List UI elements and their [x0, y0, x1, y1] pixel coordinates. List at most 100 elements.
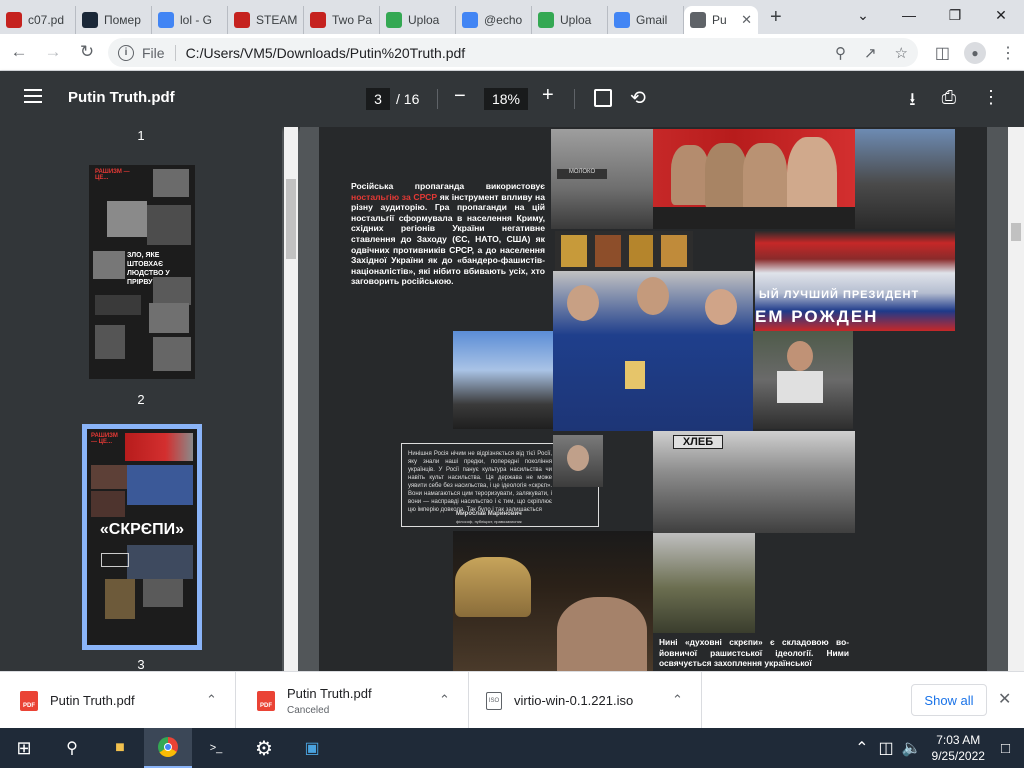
download-status: Canceled [287, 704, 330, 716]
tab-title: Pu [712, 13, 727, 27]
zoom-in-button[interactable]: + [542, 84, 554, 107]
mitre-crown [455, 557, 531, 617]
page-number-input[interactable]: 3 [366, 88, 390, 110]
sidebar-scroll-thumb[interactable] [286, 179, 296, 259]
share-icon[interactable]: ↗ [864, 44, 877, 62]
address-url[interactable]: C:/Users/VM5/Downloads/Putin%20Truth.pdf [186, 45, 466, 61]
cosmonaut-face [567, 285, 599, 321]
clock[interactable]: 7:03 AM 9/25/2022 [932, 732, 985, 764]
minimize-icon[interactable]: ⌄ [840, 0, 886, 30]
browser-tab[interactable]: Помер [76, 6, 152, 34]
quote-role: філософ, публіцист, правозахисник [456, 519, 522, 524]
side-panel-icon[interactable]: ◫ [935, 43, 950, 63]
download-icon[interactable]: ⭳ [909, 87, 915, 117]
download-item[interactable]: PDF Putin Truth.pdf ⌃ [0, 672, 236, 729]
browser-tab[interactable]: c07.pd [0, 6, 76, 34]
protest-photo [855, 129, 955, 229]
thumbnail-image [153, 169, 189, 197]
notification-icon[interactable]: □ [1001, 740, 1010, 757]
globe-icon [690, 12, 706, 28]
steam-icon [82, 12, 98, 28]
tab-title: Uploa [408, 13, 440, 27]
network-icon[interactable]: ◫ [879, 738, 894, 758]
bread-queue-photo: ХЛЕБ [653, 431, 855, 533]
chrome-menu-icon[interactable]: ⋮ [1000, 43, 1016, 63]
print-icon[interactable]: ⎙ [942, 87, 956, 117]
browser-tab[interactable]: Uploa [532, 6, 608, 34]
tab-title: lol - G [180, 13, 213, 27]
zoom-icon[interactable]: ⚲ [835, 44, 846, 62]
zoom-out-button[interactable]: − [454, 85, 466, 108]
restore-button[interactable]: ❐ [932, 0, 978, 30]
download-item[interactable]: ISO virtio-win-0.1.221.iso ⌃ [470, 672, 702, 729]
download-item[interactable]: PDF Putin Truth.pdf Canceled ⌃ [237, 672, 469, 729]
address-scheme: File [142, 44, 176, 61]
poster-suits [653, 207, 855, 229]
browser-tab[interactable]: Pu ✕ [684, 6, 758, 34]
viewer-scroll-thumb[interactable] [1011, 223, 1021, 241]
forward-button[interactable]: → [38, 37, 68, 67]
browser-tab[interactable]: STEAM [228, 6, 304, 34]
sidebar-scrollbar[interactable] [284, 127, 298, 671]
chrome-icon[interactable] [144, 728, 192, 768]
pdf-title: Putin Truth.pdf [68, 89, 175, 106]
volume-icon[interactable]: 🔈 [902, 738, 922, 758]
settings-gear-icon[interactable]: ⚙ [240, 728, 288, 768]
browser-tab[interactable]: @echo [456, 6, 532, 34]
browser-tab[interactable]: Two Pa [304, 6, 380, 34]
portrait-face [671, 145, 709, 205]
remote-desktop-icon[interactable]: ▣ [288, 728, 336, 768]
file-explorer-icon[interactable]: ■ [96, 728, 144, 768]
profile-avatar[interactable]: ● [964, 41, 986, 64]
minimize-button[interactable]: — [886, 0, 932, 30]
thumbnail-page-number: 3 [137, 657, 145, 671]
upload-icon [538, 12, 554, 28]
thumbnail-image [93, 251, 125, 279]
thumbnail-page-number: 2 [137, 392, 145, 407]
close-downloads-icon[interactable]: ✕ [998, 689, 1011, 709]
menu-icon[interactable] [24, 89, 42, 103]
download-name: virtio-win-0.1.221.iso [514, 693, 634, 708]
pdf-icon [6, 12, 22, 28]
close-tab-icon[interactable]: ✕ [741, 12, 752, 28]
browser-tab[interactable]: Uploa [380, 6, 456, 34]
chevron-up-icon[interactable]: ⌃ [855, 738, 868, 758]
chevron-up-icon[interactable]: ⌃ [439, 692, 450, 708]
fit-to-page-icon[interactable] [594, 89, 612, 107]
clock-date: 9/25/2022 [931, 749, 985, 763]
browser-tab[interactable]: lol - G [152, 6, 228, 34]
pdf-icon [310, 12, 326, 28]
more-options-icon[interactable]: ⋮ [982, 87, 1000, 117]
google-icon [614, 12, 630, 28]
tab-title: c07.pd [28, 13, 65, 27]
pdf-file-icon: PDF [257, 690, 275, 711]
cosmonaut-face [705, 289, 737, 325]
downloads-bar: PDF Putin Truth.pdf ⌃ PDF Putin Truth.pd… [0, 671, 1024, 729]
zoom-input[interactable]: 18% [484, 88, 528, 110]
chevron-up-icon[interactable]: ⌃ [672, 692, 683, 708]
tab-title: Two Pa [332, 13, 373, 27]
thumbnail-image [149, 303, 189, 333]
viewer-scrollbar[interactable] [1008, 127, 1024, 671]
new-tab-button[interactable]: + [770, 6, 782, 29]
back-button[interactable]: ← [4, 37, 34, 67]
close-window-button[interactable]: ✕ [978, 0, 1024, 30]
thumbnail-page-2[interactable]: РАШИЗМ — ЦЕ... ЗЛО, ЯКЕ ШТОВХАЄ ЛЮДСТВО … [89, 165, 195, 379]
cosmonauts-photo [553, 271, 753, 431]
address-bar[interactable]: i File C:/Users/VM5/Downloads/Putin%20Tr… [108, 38, 918, 67]
reload-button[interactable]: ↻ [72, 37, 102, 67]
chevron-up-icon[interactable]: ⌃ [206, 692, 217, 708]
windows-start-icon[interactable]: ⊞ [0, 728, 48, 768]
rotate-icon[interactable]: ⟲ [630, 87, 646, 110]
search-icon[interactable]: ⚲ [48, 728, 96, 768]
info-icon[interactable]: i [118, 44, 134, 61]
patriarch-face [557, 597, 647, 671]
terminal-icon[interactable]: >_ [192, 728, 240, 768]
bottom-paragraph: Нині «духовні скрєпи» є складовою во-йов… [659, 637, 849, 669]
author-portrait [553, 435, 603, 487]
browser-tab[interactable]: Gmail [608, 6, 684, 34]
banner-text-1: ЫЙ ЛУЧШИЙ ПРЕЗИДЕНТ [759, 289, 920, 301]
thumbnail-page-3[interactable]: РАШИЗМ — ЦЕ... «СКРЄПИ» [82, 424, 202, 650]
show-all-button[interactable]: Show all [911, 684, 987, 716]
bookmark-star-icon[interactable]: ☆ [895, 44, 908, 62]
